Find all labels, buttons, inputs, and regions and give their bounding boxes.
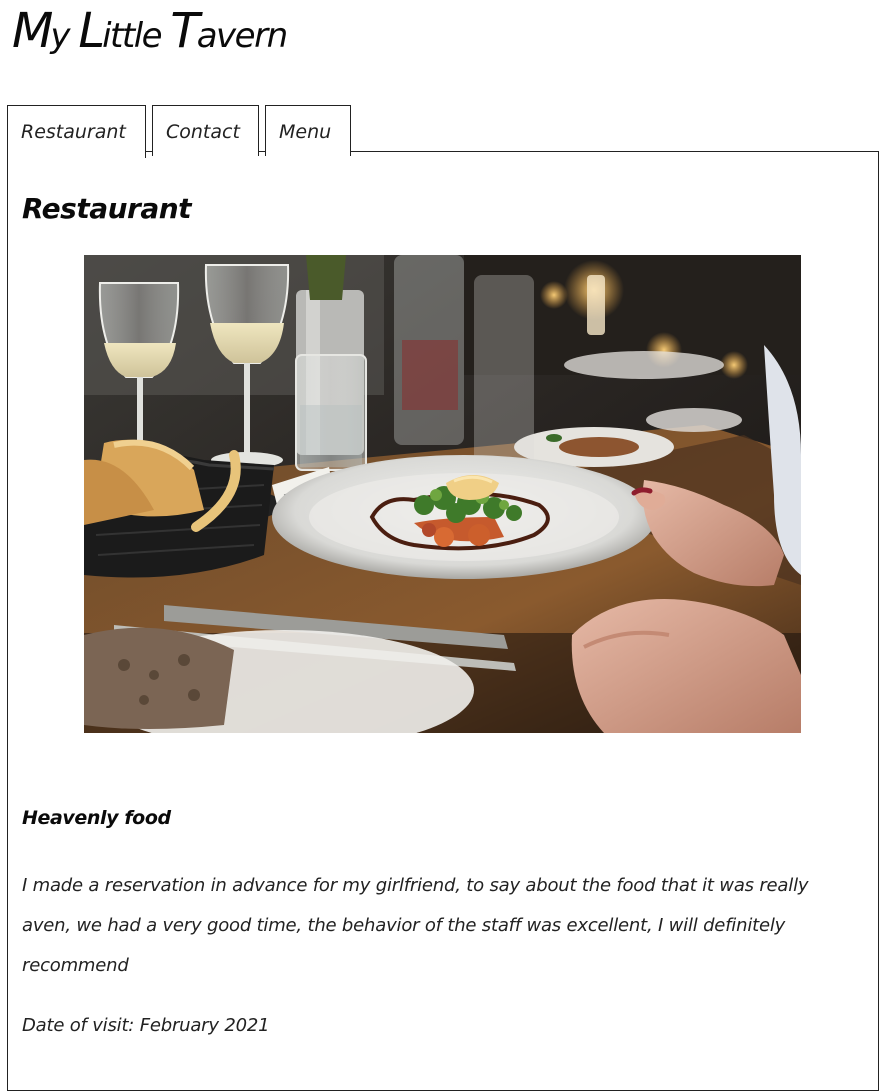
visit-date: Date of visit: February 2021 [22, 1015, 270, 1036]
restaurant-photo [84, 255, 801, 733]
review-text: I made a reservation in advance for my g… [22, 875, 809, 976]
site-title-word: ittle [102, 16, 171, 56]
site-title-initial: L [78, 3, 105, 59]
tab-menu[interactable]: Menu [265, 105, 351, 156]
site-title-initial: M [12, 3, 53, 59]
site-title-initial: T [170, 3, 199, 59]
site-title: My Little Tavern [12, 2, 288, 65]
tab-restaurant[interactable]: Restaurant [7, 105, 146, 158]
site-title-word: y [50, 16, 79, 56]
site-title-word: avern [196, 16, 288, 56]
section-title: Restaurant [22, 192, 192, 225]
tab-contact[interactable]: Contact [152, 105, 259, 156]
review-title: Heavenly food [22, 807, 171, 829]
